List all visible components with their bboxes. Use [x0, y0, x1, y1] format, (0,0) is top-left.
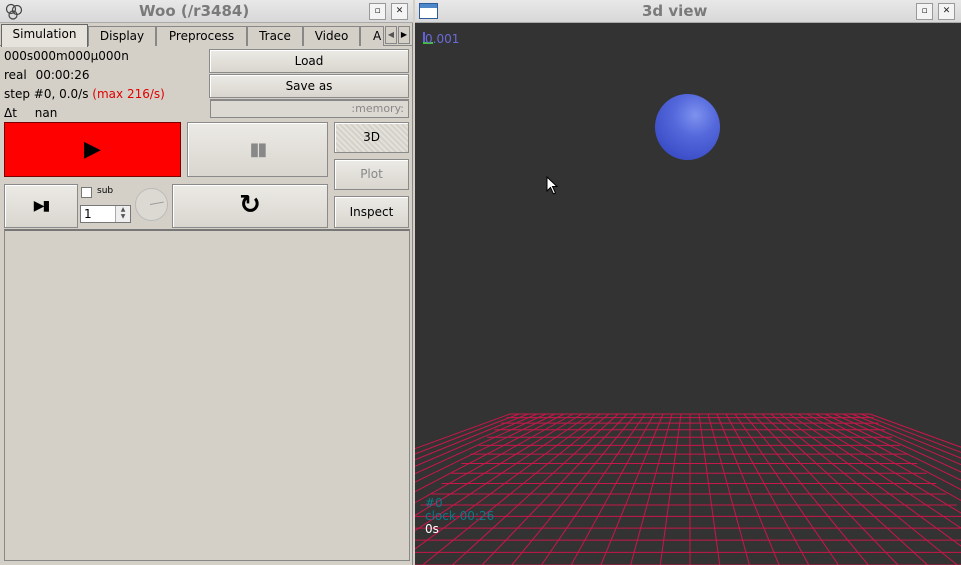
woo-titlebar[interactable]: Woo (/r3484) ▫ ✕ — [0, 0, 413, 23]
pause-button[interactable]: ▮▮ — [187, 122, 328, 177]
3d-view-title: 3d view — [642, 2, 708, 20]
grid-line-v — [600, 413, 664, 565]
particle-sphere[interactable] — [655, 94, 720, 160]
dt-label: Δt — [4, 106, 17, 120]
grid-line-v — [511, 413, 637, 565]
close-icon: ✕ — [942, 6, 951, 16]
tab-simulation[interactable]: Simulation — [1, 24, 88, 47]
step-row: step #0, 0.0/s (max 216/s) — [4, 87, 165, 101]
grid-line-v — [481, 413, 628, 565]
tab-scroll-left-icon[interactable]: ◀ — [385, 26, 397, 44]
memory-field[interactable]: :memory: — [210, 99, 409, 118]
grid-line-v — [770, 413, 958, 565]
tab-video[interactable]: Video — [303, 26, 360, 46]
save-as-label: Save as — [285, 79, 333, 93]
load-button[interactable]: Load — [209, 49, 409, 73]
save-as-button[interactable]: Save as — [209, 74, 409, 98]
maximize-icon: ▫ — [374, 6, 381, 16]
grid-line-v — [815, 413, 961, 491]
simulation-panel — [4, 229, 410, 561]
dt-row: Δt nan — [4, 106, 57, 120]
grid-line-v — [659, 413, 682, 565]
sub-label: sub — [97, 186, 114, 196]
grid-line-v — [707, 413, 750, 565]
substep-value: 1 — [84, 207, 92, 221]
inspect-button[interactable]: Inspect — [334, 196, 409, 228]
tab-trace[interactable]: Trace — [247, 26, 303, 46]
tab-scroll-right-icon[interactable]: ▶ — [398, 26, 410, 44]
grid-line-v — [630, 413, 673, 565]
overlay-time: 0s — [425, 522, 439, 536]
grid-line-v — [415, 413, 529, 461]
grid-line-v — [752, 413, 899, 565]
pause-icon: ▮▮ — [249, 139, 268, 160]
grid-line-v — [716, 413, 780, 565]
step-icon: ▶▮ — [33, 198, 51, 214]
grid-line-v — [698, 413, 721, 565]
grid-lines — [415, 413, 961, 565]
dt-value: nan — [34, 106, 58, 120]
maximize-icon: ▫ — [921, 6, 928, 16]
reload-icon: ↻ — [239, 190, 261, 220]
speed-dial[interactable] — [135, 188, 168, 221]
woo-logo-icon — [5, 3, 23, 20]
tab-display[interactable]: Display — [88, 26, 156, 46]
tab-a[interactable]: A — [360, 26, 384, 46]
window-icon — [419, 3, 438, 19]
grid-line-v — [415, 413, 538, 467]
view-3d-label: 3D — [363, 130, 380, 144]
close-button[interactable]: ✕ — [938, 3, 955, 20]
mouse-cursor-icon — [546, 176, 559, 195]
step-button[interactable]: ▶▮ — [4, 184, 78, 228]
plot-label: Plot — [360, 167, 383, 181]
view-3d-button[interactable]: 3D — [334, 122, 409, 153]
tab-preprocess[interactable]: Preprocess — [156, 26, 247, 46]
maximize-button[interactable]: ▫ — [369, 3, 386, 20]
grid-line-v — [415, 413, 592, 532]
window-title: Woo (/r3484) — [139, 2, 250, 20]
reload-button[interactable]: ↻ — [172, 184, 328, 228]
sub-checkbox[interactable] — [81, 187, 92, 198]
real-value: 00:00:26 — [35, 68, 90, 82]
3d-view-window: 3d view ▫ ✕ 0.001 #0 clock 00:26 0s — [415, 0, 961, 565]
step-text: step #0, 0.0/s — [4, 87, 89, 101]
real-time-row: real 00:00:26 — [4, 68, 89, 82]
grid-line-v — [415, 413, 547, 475]
load-label: Load — [294, 54, 324, 68]
close-button[interactable]: ✕ — [391, 3, 408, 20]
real-label: real — [4, 68, 27, 82]
dial-needle — [149, 201, 164, 205]
overlay-clock: clock 00:26 — [425, 509, 495, 523]
sim-time: 000s000m000µ000n — [4, 49, 129, 63]
scale-label: 0.001 — [425, 32, 460, 46]
spin-arrows-icon[interactable]: ▲ ▼ — [115, 206, 130, 222]
3d-viewport[interactable]: 0.001 #0 clock 00:26 0s — [415, 24, 961, 565]
grid-line-v — [743, 413, 869, 565]
grid-line-v — [415, 413, 574, 504]
desktop: Woo (/r3484) ▫ ✕ Simulation Display Prep… — [0, 0, 961, 565]
inspect-label: Inspect — [349, 205, 394, 219]
play-button[interactable]: ▶ — [4, 122, 181, 177]
grid-line-v — [422, 413, 610, 565]
grid-line-v — [415, 413, 565, 493]
play-icon: ▶ — [84, 137, 101, 162]
substep-spinbox[interactable]: 1 ▲ ▼ — [80, 205, 131, 223]
grid-line-v — [788, 413, 961, 529]
overlay-step: #0 — [425, 496, 443, 510]
woo-window: Woo (/r3484) ▫ ✕ Simulation Display Prep… — [0, 0, 413, 565]
grid-line-v — [570, 413, 655, 565]
maximize-button[interactable]: ▫ — [916, 3, 933, 20]
step-max: (max 216/s) — [92, 87, 165, 101]
grid-line-v — [725, 413, 810, 565]
close-icon: ✕ — [395, 6, 404, 16]
3d-view-titlebar[interactable]: 3d view ▫ ✕ — [415, 0, 961, 23]
plot-button[interactable]: Plot — [334, 159, 409, 190]
grid-line-v — [851, 413, 961, 459]
tab-bar: Simulation Display Preprocess Trace Vide… — [0, 24, 413, 47]
